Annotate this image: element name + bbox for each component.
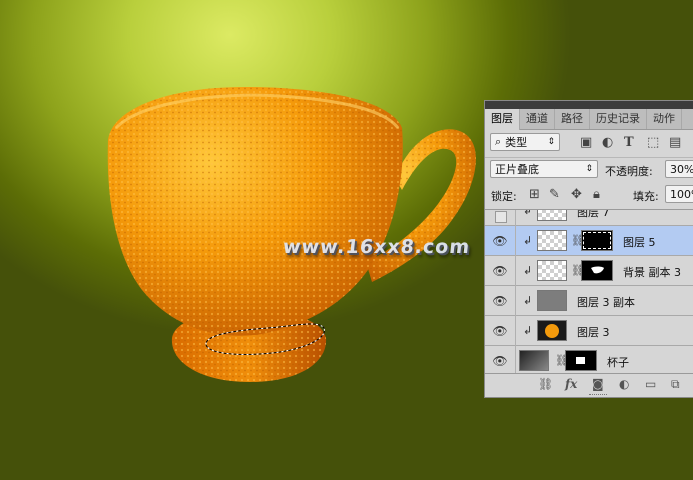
opacity-input[interactable]: 30% [665, 160, 693, 178]
lock-transparent-icon[interactable]: ⊞ [529, 187, 540, 202]
layer-thumbnail[interactable] [537, 260, 567, 281]
layers-panel: 图层 通道 路径 历史记录 动作 ⌕ 类型 ⇕ ▣ ◐ T ⬚ ▤ 正片叠底 ⇕… [484, 100, 693, 398]
opacity-label: 不透明度: [605, 165, 653, 178]
filter-adjustment-icon[interactable]: ◐ [602, 135, 613, 150]
clip-arrow-icon: ↲ [523, 234, 533, 247]
visibility-toggle-empty[interactable] [495, 211, 507, 223]
layer-thumbnail[interactable] [537, 290, 567, 311]
tab-channels[interactable]: 通道 [520, 109, 555, 129]
watermark-text: www.16xx8.com [281, 236, 472, 258]
layer-row-selected[interactable]: 👁︎ ↲ ⛓︎ 图层 5 [485, 226, 693, 256]
chevron-updown-icon: ⇕ [547, 137, 555, 147]
layer-mask-thumbnail[interactable] [581, 230, 613, 251]
eye-icon[interactable]: 👁︎ [491, 355, 509, 367]
blend-mode-value: 正片叠底 [495, 163, 539, 176]
clip-arrow-icon: ↲ [523, 324, 533, 337]
filter-type-icon[interactable]: T [624, 135, 634, 150]
mask-cup-shape [591, 266, 604, 274]
lock-all-icon[interactable]: 🔒︎ [593, 187, 600, 202]
lock-label: 锁定: [491, 190, 517, 203]
layer-name[interactable]: 图层 3 副本 [577, 294, 635, 310]
layers-list: ↲ 图层 7 👁︎ ↲ ⛓︎ 图层 5 👁︎ ↲ ⛓︎ 背景 副本 3 👁︎ ↲… [485, 209, 693, 374]
chevron-updown-icon: ⇕ [585, 164, 593, 174]
eye-icon[interactable]: 👁︎ [491, 325, 509, 337]
fill-input[interactable]: 100% [665, 185, 693, 203]
layer-row[interactable]: 👁︎ ↲ ⛓︎ 背景 副本 3 [485, 256, 693, 286]
panel-tabs: 图层 通道 路径 历史记录 动作 [485, 109, 693, 130]
lock-move-icon[interactable]: ✥ [571, 187, 582, 202]
layer-name[interactable]: 杯子 [607, 354, 629, 370]
filter-pixel-icon[interactable]: ▣ [580, 135, 592, 150]
filter-kind-label: 类型 [505, 136, 528, 149]
new-layer-icon[interactable]: ⧉ [671, 377, 680, 392]
layer-row[interactable]: 👁︎ ↲ 图层 3 副本 [485, 286, 693, 316]
fx-icon[interactable]: fx [565, 377, 577, 391]
layer-row[interactable]: 👁︎ ⛓︎ 杯子 [485, 346, 693, 374]
panel-title-bar[interactable] [485, 101, 693, 109]
search-icon: ⌕ [495, 135, 502, 148]
filter-kind-select[interactable]: ⌕ 类型 ⇕ [490, 133, 560, 151]
clip-arrow-icon: ↲ [523, 209, 533, 217]
layer-thumbnail[interactable] [537, 210, 567, 221]
panel-footer: ⛓︎ fx ◙ ◐ ▭ ⧉ [485, 373, 693, 396]
layer-name[interactable]: 图层 7 [577, 210, 610, 220]
filter-shape-icon[interactable]: ⬚ [647, 135, 659, 150]
layer-mask-thumbnail[interactable] [565, 350, 597, 371]
fill-label: 填充: [633, 190, 659, 203]
tab-history[interactable]: 历史记录 [590, 109, 647, 129]
layer-thumbnail[interactable] [537, 230, 567, 251]
layer-row[interactable]: ↲ 图层 7 [485, 209, 693, 226]
eye-icon[interactable]: 👁︎ [491, 295, 509, 307]
filter-smart-object-icon[interactable]: ▤ [669, 135, 681, 150]
clip-arrow-icon: ↲ [523, 294, 533, 307]
mask-cup-shape [576, 357, 585, 364]
layer-row[interactable]: 👁︎ ↲ 图层 3 [485, 316, 693, 346]
blend-row: 正片叠底 ⇕ 不透明度: 30% [485, 157, 693, 182]
layer-name[interactable]: 背景 副本 3 [623, 264, 681, 280]
panel-resize-grip[interactable] [589, 394, 607, 398]
layer-mask-thumbnail[interactable] [581, 260, 613, 281]
adjustment-layer-icon[interactable]: ◐ [619, 377, 629, 391]
clip-arrow-icon: ↲ [523, 264, 533, 277]
layer-name[interactable]: 图层 5 [623, 234, 656, 250]
lock-brush-icon[interactable]: ✎ [549, 187, 560, 202]
orange-ball-thumbnail [545, 324, 559, 338]
blend-mode-select[interactable]: 正片叠底 ⇕ [490, 160, 598, 178]
lock-row: 锁定: ⊞ ✎ ✥ 🔒︎ 填充: 100% [485, 183, 693, 207]
new-group-folder-icon[interactable]: ▭ [645, 377, 656, 391]
add-mask-icon[interactable]: ◙ [592, 377, 604, 391]
eye-icon[interactable]: 👁︎ [491, 235, 509, 247]
tab-paths[interactable]: 路径 [555, 109, 590, 129]
layer-thumbnail[interactable] [519, 350, 549, 371]
eye-icon[interactable]: 👁︎ [491, 265, 509, 277]
filter-row: ⌕ 类型 ⇕ ▣ ◐ T ⬚ ▤ [485, 131, 693, 155]
layer-thumbnail[interactable] [537, 320, 567, 341]
link-layers-icon[interactable]: ⛓︎ [538, 377, 553, 391]
layer-name[interactable]: 图层 3 [577, 324, 610, 340]
tab-actions[interactable]: 动作 [647, 109, 682, 129]
tab-layers[interactable]: 图层 [485, 109, 520, 130]
